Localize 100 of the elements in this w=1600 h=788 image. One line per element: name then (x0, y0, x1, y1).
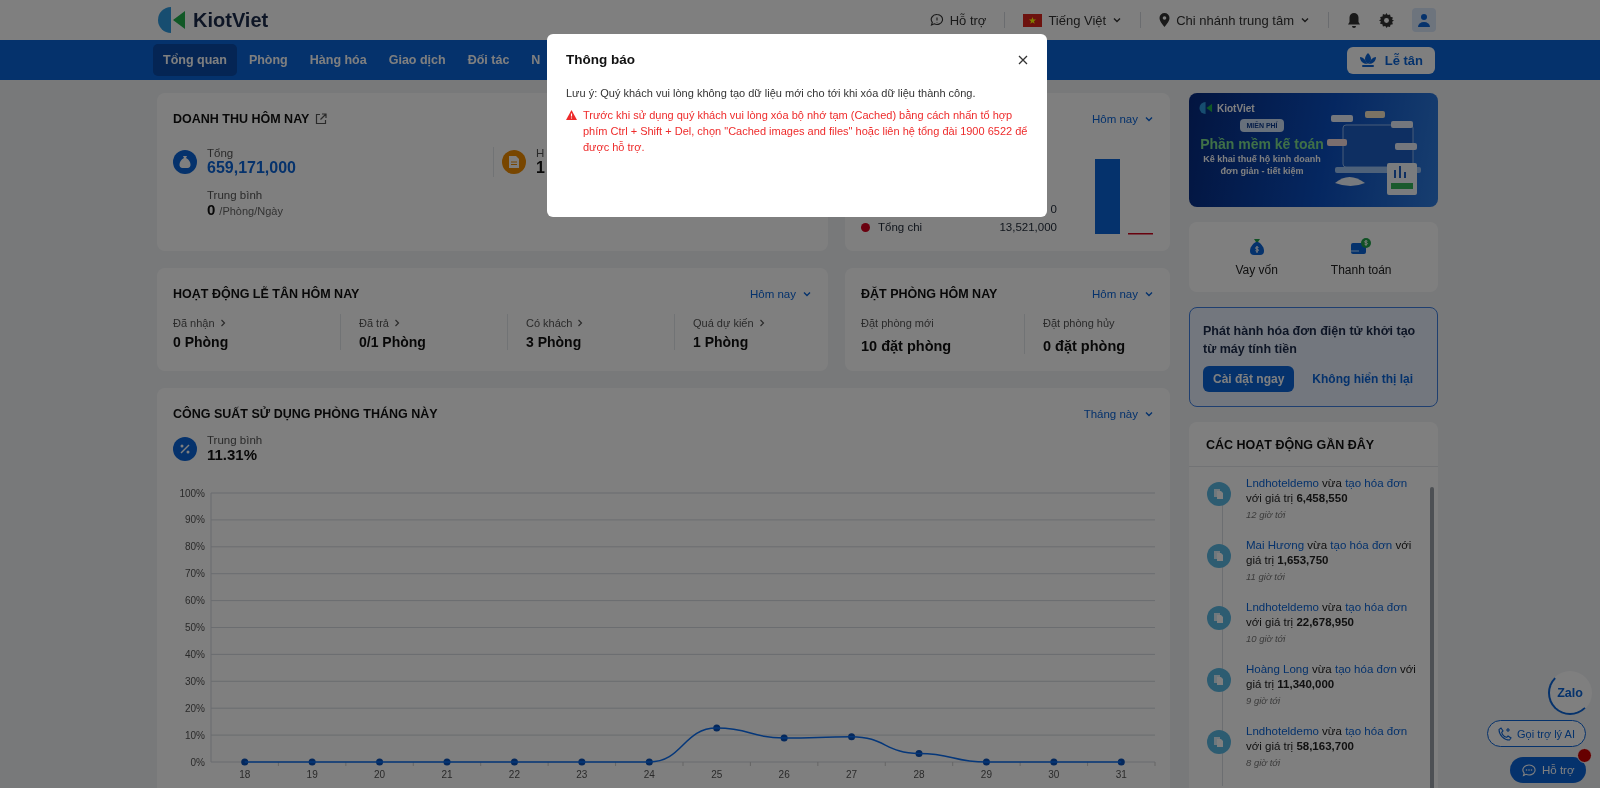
stat-link[interactable]: Quá dự kiến (693, 314, 812, 332)
data-point (645, 758, 653, 766)
activity-time: 10 giờ tới (1246, 633, 1287, 644)
support-chat-button[interactable]: Hỗ trợ (1510, 757, 1587, 783)
chat-icon (929, 13, 944, 27)
action-link[interactable]: tạo hóa đơn (1345, 725, 1408, 737)
ai-assistant-button[interactable]: Gọi trợ lý AI (1487, 720, 1586, 747)
x-axis-label: 25 (711, 769, 723, 780)
chevron-down-icon (1144, 289, 1154, 299)
x-axis-label: 20 (374, 769, 386, 780)
nav-tab[interactable]: Tổng quan (153, 44, 237, 76)
nav-tab[interactable]: Phòng (238, 44, 298, 76)
promo-text: Phát hành hóa đơn điện tử khởi tạo từ máy tính tiền (1203, 323, 1417, 359)
user-link[interactable]: Mai Hương (1246, 539, 1305, 551)
language-select[interactable]: Tiếng Việt (1023, 12, 1123, 28)
scrollbar[interactable] (1430, 487, 1434, 788)
reception-button[interactable]: Lễ tân (1346, 46, 1435, 74)
nav-tab[interactable]: N (521, 44, 551, 76)
close-icon[interactable] (1018, 54, 1028, 65)
legend-label: Tổng chi (878, 221, 923, 233)
logo-text: KiotViet (193, 8, 269, 32)
period-dropdown[interactable]: Tháng này (1083, 408, 1154, 420)
data-point (848, 733, 856, 741)
external-link-icon[interactable] (315, 113, 328, 125)
chevron-right-icon (576, 318, 585, 328)
location-pin-icon (1159, 13, 1171, 27)
data-point (376, 758, 384, 766)
banner-subtitle: đơn giản - tiết kiệm (1220, 166, 1304, 176)
x-axis-label: 24 (643, 769, 655, 780)
logo-icon (157, 5, 187, 35)
action-link[interactable]: tạo hóa đơn (1345, 601, 1408, 613)
user-link[interactable]: Lndhoteldemo (1246, 601, 1319, 613)
banner-brand: KiotViet (1217, 102, 1255, 114)
stat-link[interactable]: Đã nhận (173, 314, 340, 332)
lotus-icon (1358, 53, 1377, 67)
install-button[interactable]: Cài đặt ngay (1203, 366, 1295, 393)
logo-icon (1199, 101, 1213, 115)
support-link[interactable]: Hỗ trợ (929, 12, 987, 28)
settings-icon[interactable] (1379, 12, 1394, 28)
data-point (578, 758, 586, 766)
nav-tab[interactable]: Giao dịch (378, 44, 456, 76)
stat-label: Trung bình (207, 189, 264, 201)
data-point (443, 758, 451, 766)
branch-select[interactable]: Chi nhánh trung tâm (1159, 12, 1310, 28)
nav-tab[interactable]: Hàng hóa (299, 44, 377, 76)
user-avatar[interactable] (1412, 8, 1436, 32)
x-axis-label: 28 (913, 769, 925, 780)
activity-text: Lndhoteldemo vừa tạo hóa đơn với giá trị 6,458,550 (1246, 476, 1409, 506)
nav-tab[interactable]: Đối tác (457, 44, 520, 76)
user-link[interactable]: Hoàng Long (1246, 663, 1309, 675)
x-axis-label: 19 (306, 769, 318, 780)
chevron-right-icon (757, 318, 766, 328)
data-point (510, 758, 518, 766)
chat-icon (1522, 763, 1536, 777)
period-dropdown[interactable]: Hôm nay (749, 288, 812, 300)
stat-value: 3 Phòng (526, 334, 583, 350)
wallet-icon (1350, 237, 1373, 257)
activity-text: Lndhoteldemo vừa tạo hóa đơn với giá trị 58,163,700 (1246, 724, 1409, 754)
action-link[interactable]: tạo hóa đơn (1345, 477, 1408, 489)
chevron-right-icon (392, 318, 401, 328)
legend-value: 13,521,000 (999, 221, 1057, 233)
quick-action[interactable]: Thanh toán (1330, 237, 1392, 277)
y-axis-label: 0% (190, 756, 205, 768)
phone-icon (1498, 726, 1512, 741)
y-axis-label: 20% (185, 702, 205, 714)
activity-time: 9 giờ tới (1246, 695, 1282, 706)
stat-value: 1 (536, 159, 545, 177)
y-axis-label: 70% (185, 568, 205, 580)
stat-value: 659,171,000 (207, 159, 296, 177)
dialog-title: Thông báo (566, 52, 635, 67)
card-title: DOANH THU HÔM NAY (173, 112, 310, 126)
money-bag-icon (173, 150, 197, 174)
x-axis-label: 27 (846, 769, 858, 780)
chevron-down-icon (1300, 15, 1310, 25)
user-link[interactable]: Lndhoteldemo (1246, 477, 1319, 489)
stat-link[interactable]: Đã trả (359, 314, 507, 332)
bell-icon[interactable] (1347, 12, 1361, 28)
card-title: CÁC HOẠT ĐỘNG GẦN ĐÂY (1206, 438, 1376, 452)
action-link[interactable]: tạo hóa đơn (1330, 539, 1393, 551)
user-link[interactable]: Lndhoteldemo (1246, 725, 1319, 737)
data-point (713, 724, 721, 732)
y-axis-label: 90% (185, 514, 205, 526)
stat-link[interactable]: Có khách (526, 314, 674, 332)
stat-label: Đặt phòng mới (861, 316, 935, 331)
period-dropdown[interactable]: Hôm nay (1091, 113, 1154, 125)
stat-value: 11.31% (207, 446, 259, 463)
data-point (1050, 758, 1058, 766)
document-icon (502, 150, 526, 174)
quick-action[interactable]: Vay vốn (1235, 237, 1278, 277)
flag-icon (1023, 13, 1043, 27)
zalo-button[interactable]: Zalo (1548, 671, 1592, 715)
data-point (915, 749, 923, 757)
x-axis-label: 29 (980, 769, 992, 780)
dismiss-link[interactable]: Không hiển thị lại (1312, 372, 1414, 387)
action-link[interactable]: tạo hóa đơn (1334, 663, 1397, 675)
card-title: CÔNG SUẤT SỬ DỤNG PHÒNG THÁNG NÀY (173, 407, 438, 421)
y-axis-label: 10% (185, 729, 205, 741)
x-axis-label: 30 (1048, 769, 1060, 780)
data-point (982, 758, 990, 766)
period-dropdown[interactable]: Hôm nay (1091, 288, 1154, 300)
